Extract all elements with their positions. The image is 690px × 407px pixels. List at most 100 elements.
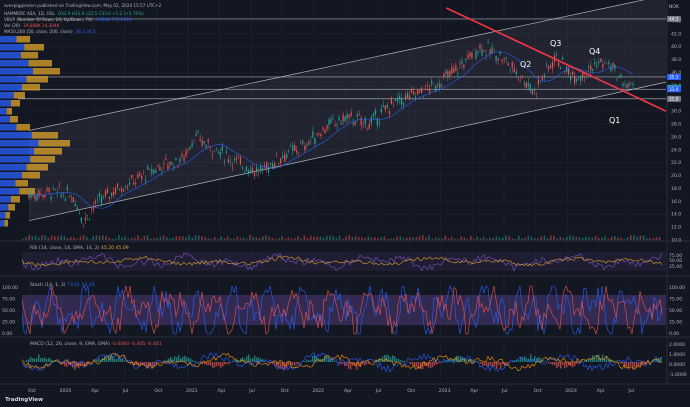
candle-body — [384, 105, 386, 110]
price-tick-label: 38.0 — [671, 57, 681, 63]
volume-bar — [194, 235, 197, 240]
candle-body — [618, 76, 620, 78]
candle-body — [521, 76, 523, 78]
volume-bar — [70, 237, 72, 240]
volume-profile-bar-down — [6, 108, 12, 115]
macd-histogram-bar — [572, 362, 574, 368]
chart-canvas[interactable]: 44.042.040.038.036.034.032.030.028.026.0… — [0, 0, 690, 407]
candle-body — [523, 82, 525, 85]
candle-body — [362, 123, 364, 125]
candle-body — [255, 167, 258, 172]
volume-bar — [326, 235, 328, 240]
macd-histogram-bar — [594, 357, 596, 362]
candle-body — [592, 68, 594, 71]
candle-body — [129, 182, 131, 185]
candle-body — [292, 145, 294, 151]
volume-bar — [601, 237, 603, 240]
volume-bar — [274, 238, 277, 240]
volume-bar — [482, 236, 485, 240]
volume-bar — [268, 236, 270, 240]
candle-body — [390, 98, 393, 104]
macd-tick-label: -1.0000 — [669, 372, 687, 378]
candle-body — [203, 141, 205, 144]
volume-bar — [441, 238, 443, 240]
volume-profile-bar-down — [5, 212, 10, 219]
volume-bar — [284, 238, 286, 240]
candle-body — [568, 68, 570, 75]
macd-histogram-bar — [214, 362, 216, 368]
volume-bar — [41, 235, 43, 240]
candle-body — [380, 108, 382, 113]
volume-bar — [169, 238, 171, 240]
macd-histogram-bar — [396, 358, 398, 362]
candle-body — [616, 78, 618, 80]
volume-bar — [610, 236, 613, 240]
volume-bar — [258, 237, 261, 240]
candle-body — [443, 73, 445, 78]
volume-bar — [383, 236, 386, 240]
macd-tick-label: 0.0000 — [669, 362, 685, 368]
time-tick-label: Oct — [534, 388, 542, 394]
volume-bar — [335, 237, 338, 240]
macd-tick-label: 1.0000 — [669, 352, 685, 358]
volume-bar — [431, 238, 434, 240]
candle-body — [123, 190, 125, 192]
stoch-tick-label: 50.00 — [669, 308, 682, 314]
volume-bar — [98, 235, 101, 240]
volume-bar — [89, 238, 91, 240]
volume-profile-bar-up — [0, 108, 7, 115]
stoch-panel — [21, 284, 666, 336]
macd-histogram-bar — [496, 362, 498, 370]
candle-body — [537, 80, 540, 85]
volume-legend[interactable]: Vol (20) 19.808K 14.304K — [4, 23, 62, 28]
time-tick-label: 2023 — [439, 388, 451, 394]
volume-bar — [201, 236, 203, 240]
macd-histogram-bar — [178, 355, 180, 362]
volume-bar — [377, 238, 379, 240]
volume-bar — [521, 238, 523, 240]
candle-body — [100, 196, 103, 204]
candle-body — [239, 157, 242, 164]
macd-histogram-bar — [246, 356, 248, 362]
volume-bar — [630, 235, 632, 240]
volume-bar — [418, 236, 421, 240]
macd-histogram-bar — [548, 362, 550, 364]
volume-bar — [226, 236, 229, 240]
volume-bar — [489, 237, 491, 240]
volume-profile-bar-up — [0, 204, 9, 211]
candle-body — [121, 189, 123, 192]
macd-histogram-bar — [210, 362, 212, 366]
ma-legend[interactable]: MA50,200 (50, close, 200, close) 36.2 34.… — [4, 29, 99, 34]
volume-bar — [444, 235, 446, 240]
macd-histogram-bar — [372, 361, 374, 362]
candle-body — [588, 66, 590, 68]
candle-body — [112, 191, 115, 196]
vbvp-legend[interactable]: VBVP (Number Of Rows, 24, Up/Down, 70) 3.… — [4, 17, 135, 22]
time-tick-label: Apr — [597, 388, 605, 394]
volume-profile-bar-up — [0, 124, 17, 131]
tradingview-logo[interactable]: TradingView — [5, 397, 43, 403]
macd-histogram-bar — [584, 360, 586, 362]
volume-profile-bar-down — [11, 196, 20, 203]
macd-histogram-bar — [400, 360, 402, 362]
candle-body — [346, 113, 348, 119]
candle-body — [404, 95, 407, 99]
macd-histogram-bar — [194, 361, 196, 362]
candle-body — [610, 66, 612, 72]
macd-histogram-bar — [382, 356, 384, 362]
macd-histogram-bar — [554, 362, 556, 366]
time-tick-label: Jul — [248, 388, 255, 394]
candle-body — [86, 215, 88, 216]
volume-profile-bar-down — [22, 84, 40, 91]
volume-bar — [524, 237, 526, 240]
candle-body — [439, 83, 441, 89]
volume-bar — [230, 238, 232, 240]
candle-body — [324, 129, 326, 133]
annotation-q3: Q3 — [550, 39, 561, 48]
candle-body — [84, 217, 86, 221]
rsi-panel — [21, 252, 666, 272]
macd-histogram-bar — [174, 356, 176, 362]
macd-histogram-bar — [630, 362, 632, 366]
candle-body — [185, 150, 187, 157]
symbol-legend[interactable]: HAMMERC ASA, 1D, OSL O33.9 H33.9 L32.5 C3… — [4, 11, 147, 16]
